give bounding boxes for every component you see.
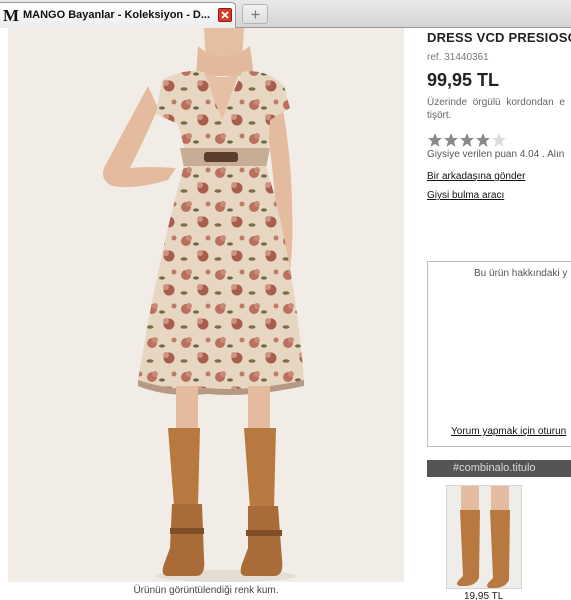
- size-finder-link[interactable]: Giysi bulma aracı: [427, 190, 504, 201]
- browser-tab[interactable]: M MANGO Bayanlar - Koleksiyon - D...: [0, 2, 236, 28]
- model-dress-illustration: [8, 28, 404, 582]
- product-photo[interactable]: [8, 28, 404, 582]
- reviews-box: Bu ürün hakkındaki y Yorum yapmak için o…: [427, 261, 571, 447]
- new-tab-button[interactable]: [242, 4, 268, 24]
- star-icon[interactable]: [443, 132, 459, 148]
- product-ref: ref. 31440361: [427, 52, 489, 63]
- rating-text: Giysiye verilen puan 4.04 . Alın: [427, 149, 565, 160]
- rating-stars[interactable]: [427, 132, 507, 148]
- star-icon[interactable]: [475, 132, 491, 148]
- tab-title: MANGO Bayanlar - Koleksiyon - D...: [23, 9, 211, 21]
- socks-thumbnail-illustration: [447, 486, 521, 588]
- close-tab-icon[interactable]: [218, 8, 232, 22]
- product-description: Üzerinde örgülü kordondan e tişört.: [427, 96, 571, 122]
- send-to-friend-link[interactable]: Bir arkadaşına gönder: [427, 171, 525, 182]
- plus-icon: [251, 10, 259, 19]
- write-review-link[interactable]: Yorum yapmak için oturun: [451, 426, 566, 437]
- reviews-info-text: Bu ürün hakkındaki y: [474, 268, 568, 279]
- description-line: Üzerinde örgülü kordondan e: [427, 97, 565, 108]
- product-name: DRESS VCD PRESIOSO: [427, 30, 571, 45]
- photo-caption: Ürünün görüntülendiği renk kum.: [133, 585, 279, 596]
- mango-logo-icon: M: [3, 6, 19, 25]
- product-price: 99,95 TL: [427, 70, 500, 90]
- star-icon[interactable]: [427, 132, 443, 148]
- combination-header: #combinalo.titulo: [427, 460, 571, 477]
- combination-item-thumbnail[interactable]: [446, 485, 522, 589]
- description-line: tişört.: [427, 110, 452, 121]
- browser-tab-strip: M MANGO Bayanlar - Koleksiyon - D...: [0, 0, 571, 28]
- combination-item-price: 19,95 TL: [464, 591, 504, 600]
- star-icon[interactable]: [459, 132, 475, 148]
- star-icon[interactable]: [491, 132, 507, 148]
